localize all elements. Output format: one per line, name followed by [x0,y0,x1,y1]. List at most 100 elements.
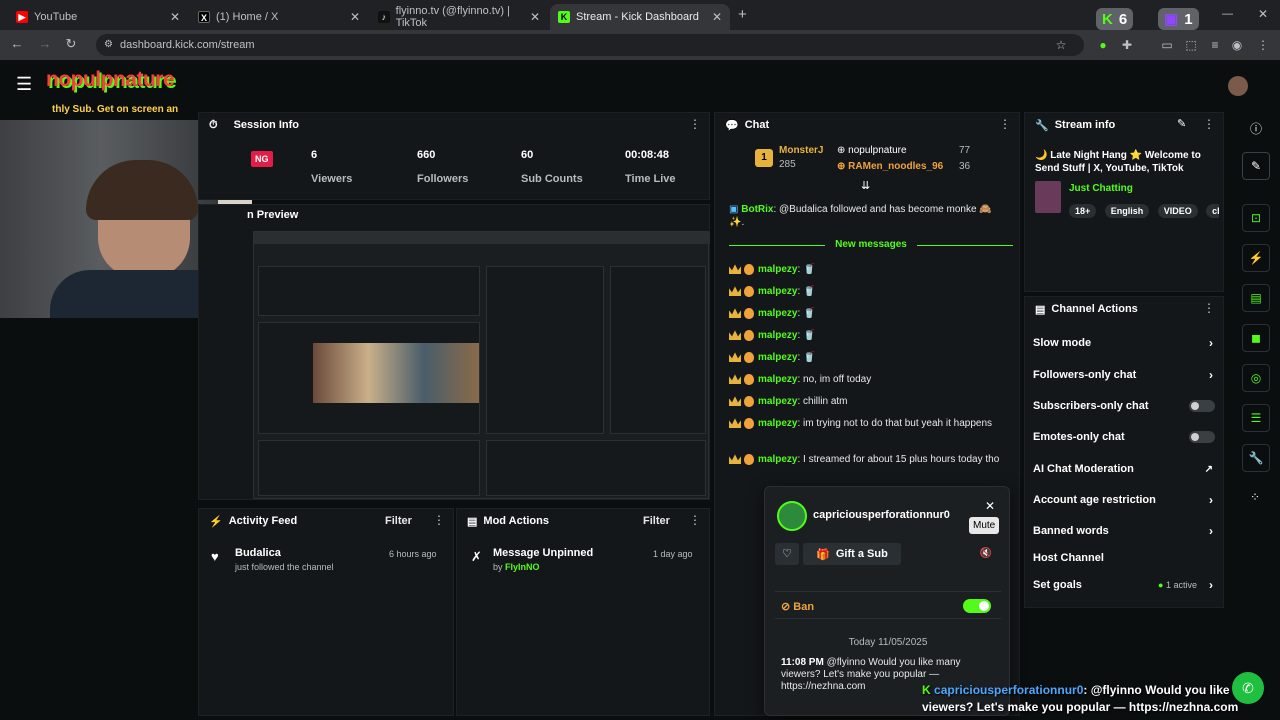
playlist-icon[interactable]: ≡ [1208,38,1222,52]
chat-username[interactable]: malpezy [758,396,797,407]
mute-button[interactable]: 🔇 [977,545,995,563]
broadcast-icon[interactable]: ◎ [1242,364,1270,392]
lightning-icon[interactable]: ⚡ [1242,244,1270,272]
mod-user[interactable]: FlyInNO [505,562,540,572]
action-followers-only[interactable]: Followers-only chat › [1033,365,1215,385]
chat-icon[interactable]: ◼ [1242,324,1270,352]
camera-icon[interactable]: ⊡ [1242,204,1270,232]
external-link-icon: ↗ [1204,463,1213,475]
more-options-icon[interactable]: ⋮ [689,513,701,527]
chat-username[interactable]: malpezy [758,352,797,363]
star-icon[interactable]: ☆ [1054,38,1068,52]
more-options-icon[interactable]: ⋮ [433,513,445,527]
chat-header: 💬 Chat [715,113,1019,137]
drag-icon[interactable]: ⁘ [1250,490,1260,504]
chat-message: malpezy: no, im off today [729,373,1009,386]
close-icon[interactable]: ✕ [985,499,995,513]
new-tab-button[interactable]: + [738,6,747,23]
chat-username[interactable]: malpezy [758,374,797,385]
more-options-icon[interactable]: ⋮ [1203,301,1215,315]
document-icon[interactable]: ▤ [1242,284,1270,312]
action-set-goals[interactable]: Set goals ● 1 active › [1033,575,1215,595]
kick-extension-badge[interactable]: K 6 [1096,8,1134,30]
top-gifter-name[interactable]: MonsterJ [779,145,823,156]
back-icon[interactable]: ← [8,36,26,51]
cast-icon[interactable]: ▭ [1160,38,1174,52]
expand-leaderboard-icon[interactable]: ⇊ [861,179,870,192]
stream-info-header: 🔧 Stream info [1025,113,1223,137]
leader-row-3[interactable]: ⊕ RAMen_noodles_96 [837,161,943,172]
twitch-extension-badge[interactable]: ▣ 1 [1158,8,1199,30]
media-icon[interactable]: ⬚ [1184,38,1198,52]
close-icon[interactable]: ✕ [350,10,360,24]
edit-icon[interactable]: ✎ [1177,117,1186,130]
reload-icon[interactable]: ↻ [62,36,80,52]
url-field[interactable]: ⚙ dashboard.kick.com/stream [96,34,1084,56]
stat-value: 00:08:48 [625,149,670,161]
stream-title: 🌙 Late Night Hang ⭐ Welcome to Send Stuf… [1035,150,1201,174]
profile-icon[interactable]: ◉ [1230,38,1244,52]
emotes-only-toggle[interactable] [1189,431,1215,443]
filter-button[interactable]: Filter [643,515,670,527]
pencil-icon[interactable]: ✎ [1242,152,1270,180]
gift-icon: 🎁 [816,548,830,561]
gift-sub-button[interactable]: 🎁 Gift a Sub [803,543,901,565]
activity-time: 6 hours ago [389,549,437,559]
stream-preview-video[interactable] [253,231,710,499]
subscribers-only-toggle[interactable] [1189,400,1215,412]
crown-icon [729,396,741,407]
extension-icon[interactable]: ● [1096,38,1110,52]
follow-heart-button[interactable]: ♡ [775,543,799,565]
chevron-right-icon: › [1209,524,1213,538]
chat-username[interactable]: malpezy [758,308,797,319]
user-avatar[interactable] [1228,76,1248,96]
site-settings-icon[interactable]: ⚙ [104,34,113,56]
stat-label: Viewers [311,173,353,185]
more-options-icon[interactable]: ⋮ [689,117,701,131]
tab-kick-dashboard[interactable]: K Stream - Kick Dashboard ✕ [550,4,730,30]
tab-youtube[interactable]: ▶ YouTube ✕ [8,4,188,30]
action-banned-words[interactable]: Banned words › [1033,521,1215,541]
close-icon[interactable]: ✕ [712,10,722,24]
close-icon[interactable]: ✕ [170,10,180,24]
more-options-icon[interactable]: ⋮ [999,117,1011,131]
close-icon[interactable]: ✕ [530,10,540,24]
forward-icon[interactable]: → [36,36,54,51]
activity-user[interactable]: Budalica [235,547,281,559]
action-host-channel[interactable]: Host Channel [1033,548,1215,568]
window-close-button[interactable]: ✕ [1258,7,1268,21]
filter-button[interactable]: Filter [385,515,412,527]
menu-icon[interactable]: ⋮ [1256,38,1270,52]
mod-action-time: 1 day ago [653,549,693,559]
list-icon: ▤ [1035,303,1046,316]
puzzle-icon[interactable]: ✚ [1120,38,1134,52]
toggle-knob [979,601,989,611]
goals-active-text: 1 active [1165,580,1197,590]
user-avatar [777,501,807,531]
chat-username[interactable]: malpezy [758,286,797,297]
action-ai-moderation[interactable]: AI Chat Moderation ↗ [1033,459,1215,479]
leader-name: RAMen_noodles_96 [848,161,944,172]
layout-icon[interactable]: ☰ [1242,404,1270,432]
hamburger-menu-icon[interactable]: ☰ [16,74,32,95]
stat-time-live: 00:08:48 Time Live [625,149,676,185]
info-icon[interactable]: ⓘ [1250,120,1262,137]
popup-username[interactable]: capriciousperforationnur0 [813,509,950,521]
chat-username[interactable]: BotRix [741,204,773,215]
chat-username[interactable]: malpezy [758,330,797,341]
stream-category[interactable]: Just Chatting [1069,183,1133,194]
action-account-age[interactable]: Account age restriction › [1033,490,1215,510]
minimize-button[interactable]: — [1222,8,1233,20]
leader-row-2[interactable]: ⊕ nopulpnature [837,145,907,156]
action-slow-mode[interactable]: Slow mode › [1033,333,1215,353]
tab-x[interactable]: X (1) Home / X ✕ [190,4,368,30]
tab-tiktok[interactable]: ♪ flyinno.tv (@flyinno.tv) | TikTok ✕ [370,4,548,30]
chat-username[interactable]: malpezy [758,418,797,429]
ban-toggle[interactable] [963,599,991,613]
flame-icon [744,263,754,275]
more-options-icon[interactable]: ⋮ [1203,117,1215,131]
chat-username[interactable]: malpezy [758,264,797,275]
chat-username[interactable]: malpezy [758,454,797,465]
wrench-icon[interactable]: 🔧 [1242,444,1270,472]
mod-actions-panel: ▤ Mod Actions Filter ⋮ ✗ Message Unpinne… [456,508,710,716]
